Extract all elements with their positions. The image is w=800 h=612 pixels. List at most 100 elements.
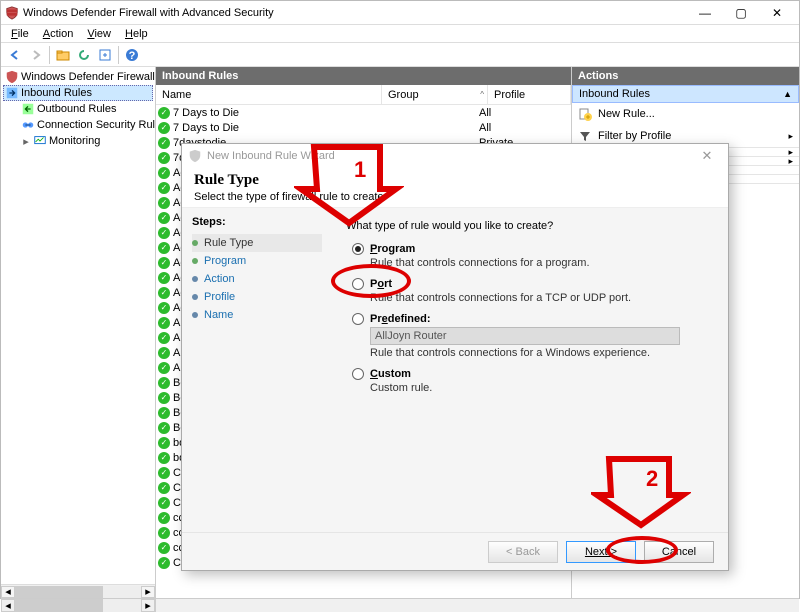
actions-header: Actions [572,67,799,85]
connection-security-icon [21,118,35,132]
actions-section-header[interactable]: Inbound Rules ▲ [572,85,799,103]
table-row[interactable]: ✓7 Days to DieAll [156,120,571,135]
enabled-icon: ✓ [158,212,170,224]
step-name[interactable]: Name [192,306,322,324]
col-name[interactable]: Name [156,85,382,104]
col-group[interactable]: Group^ [382,85,488,104]
col-profile[interactable]: Profile [488,85,571,104]
wizard-header: Rule Type Select the type of firewall ru… [182,168,728,207]
option-predefined[interactable]: Predefined: [352,312,714,325]
step-profile[interactable]: Profile [192,288,322,306]
callout-ellipse-1 [331,264,411,298]
wizard-heading: Rule Type [194,172,716,189]
table-row[interactable]: ✓7 Days to DieAll [156,105,571,120]
enabled-icon: ✓ [158,452,170,464]
toolbar-refresh-button[interactable] [74,45,94,65]
predefined-combo: AllJoyn Router [370,327,680,345]
enabled-icon: ✓ [158,377,170,389]
svg-text:?: ? [129,50,136,62]
enabled-icon: ✓ [158,437,170,449]
enabled-icon: ✓ [158,557,170,569]
scroll-right-icon[interactable]: ▸ [141,586,155,598]
toolbar-help-button[interactable]: ? [122,45,142,65]
enabled-icon: ✓ [158,302,170,314]
wizard-question: What type of rule would you like to crea… [346,220,714,232]
back-button [5,45,25,65]
enabled-icon: ✓ [158,332,170,344]
tree-connection-security-rules[interactable]: Connection Security Rules [3,117,153,133]
forward-button [26,45,46,65]
title-bar: Windows Defender Firewall with Advanced … [1,1,799,25]
tree-horizontal-scrollbar[interactable]: ◂ ▸ [1,584,155,598]
minimize-button[interactable]: — [687,2,723,24]
radio-icon[interactable] [352,313,364,325]
window-title: Windows Defender Firewall with Advanced … [23,7,687,19]
close-button[interactable]: ✕ [759,2,795,24]
enabled-icon: ✓ [158,137,170,149]
menu-help[interactable]: Help [119,27,154,41]
expand-icon[interactable]: ▸ [21,135,31,148]
firewall-shield-icon [5,70,19,84]
enabled-icon: ✓ [158,317,170,329]
radio-icon[interactable] [352,368,364,380]
step-program[interactable]: Program [192,252,322,270]
inbound-icon [5,86,19,100]
enabled-icon: ✓ [158,407,170,419]
toolbar-export-button[interactable] [95,45,115,65]
scroll-thumb[interactable] [15,599,103,612]
enabled-icon: ✓ [158,497,170,509]
option-predefined-desc: Rule that controls connections for a Win… [370,347,714,359]
wizard-title-bar: New Inbound Rule Wizard ✕ [182,144,728,168]
new-rule-icon [578,107,592,121]
enabled-icon: ✓ [158,227,170,239]
enabled-icon: ✓ [158,242,170,254]
option-custom[interactable]: Custom [352,367,714,380]
step-rule-type[interactable]: Rule Type [192,234,322,252]
scroll-left-icon[interactable]: ◂ [1,599,15,612]
enabled-icon: ✓ [158,182,170,194]
scroll-thumb[interactable] [15,586,103,598]
enabled-icon: ✓ [158,392,170,404]
wizard-subheading: Select the type of firewall rule to crea… [194,191,716,203]
tree-monitoring[interactable]: ▸ Monitoring [3,133,153,149]
tree-root[interactable]: Windows Defender Firewall with [3,69,153,85]
wizard-close-button[interactable]: ✕ [692,148,722,164]
steps-label: Steps: [192,216,322,228]
wizard-title: New Inbound Rule Wizard [207,150,335,162]
status-bar: ◂ ▸ [1,598,799,612]
scroll-right-icon[interactable]: ▸ [141,599,155,612]
enabled-icon: ✓ [158,512,170,524]
filter-icon [578,129,592,143]
maximize-button[interactable]: ▢ [723,2,759,24]
tree-outbound-rules[interactable]: Outbound Rules [3,101,153,117]
chevron-right-icon: ▸ [788,131,793,142]
option-program[interactable]: Program [352,242,714,255]
step-action[interactable]: Action [192,270,322,288]
enabled-icon: ✓ [158,422,170,434]
toolbar-folder-button[interactable] [53,45,73,65]
tree-pane: Windows Defender Firewall with Inbound R… [1,67,156,598]
firewall-shield-icon [5,6,19,20]
enabled-icon: ✓ [158,107,170,119]
enabled-icon: ✓ [158,122,170,134]
menu-file[interactable]: File [5,27,35,41]
callout-ellipse-2 [606,536,678,564]
tree-inbound-rules[interactable]: Inbound Rules [3,85,153,101]
menu-view[interactable]: View [81,27,117,41]
action-new-rule[interactable]: New Rule... [572,103,799,125]
radio-selected-icon[interactable] [352,243,364,255]
enabled-icon: ✓ [158,197,170,209]
firewall-shield-icon [188,149,202,163]
toolbar: ? [1,43,799,67]
enabled-icon: ✓ [158,287,170,299]
back-button: < Back [488,541,558,563]
collapse-icon[interactable]: ▲ [783,89,792,99]
monitoring-icon [33,134,47,148]
enabled-icon: ✓ [158,347,170,359]
list-column-headers: Name Group^ Profile [156,85,571,105]
menu-action[interactable]: Action [37,27,80,41]
scroll-left-icon[interactable]: ◂ [1,586,15,598]
new-inbound-rule-wizard: New Inbound Rule Wizard ✕ Rule Type Sele… [181,143,729,571]
enabled-icon: ✓ [158,257,170,269]
enabled-icon: ✓ [158,167,170,179]
